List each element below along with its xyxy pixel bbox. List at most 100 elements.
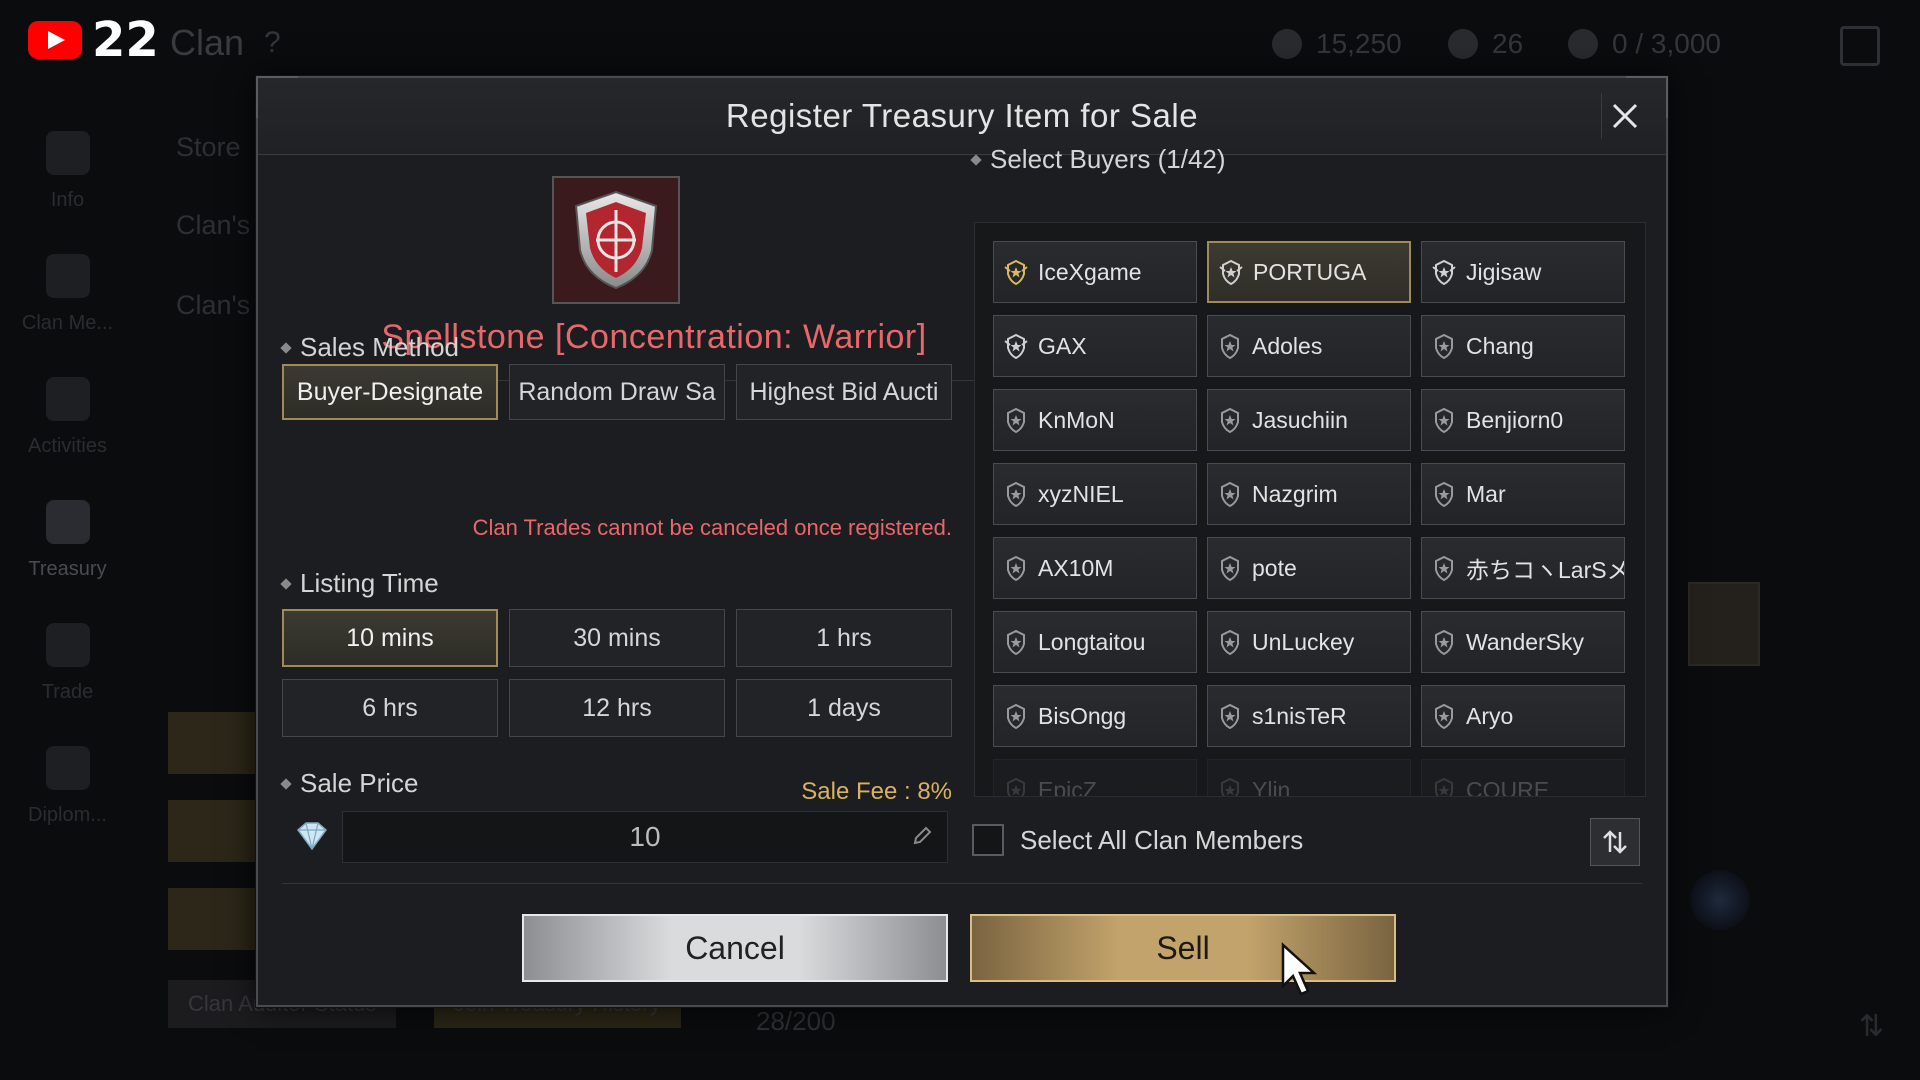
bg-help-icon: ? bbox=[264, 26, 281, 59]
buyer-name: Adoles bbox=[1252, 332, 1323, 359]
buyer-item[interactable]: IceXgame bbox=[993, 241, 1197, 303]
listing-time-6-hrs[interactable]: 6 hrs bbox=[282, 679, 498, 737]
bg-count: 28/200 bbox=[756, 1006, 836, 1036]
buyer-item[interactable]: Longtaitou bbox=[993, 611, 1197, 673]
buyer-item[interactable]: pote bbox=[1207, 537, 1411, 599]
buyer-item[interactable]: KnMoN bbox=[993, 389, 1197, 451]
bg-gold-bar bbox=[168, 712, 258, 774]
register-sale-dialog: Register Treasury Item for Sale Spellsto… bbox=[256, 76, 1668, 1007]
buyer-name: xyzNIEL bbox=[1038, 480, 1124, 507]
buyer-item[interactable]: xyzNIEL bbox=[993, 463, 1197, 525]
clan-officer-icon bbox=[1430, 258, 1458, 286]
buyer-item[interactable]: Nazgrim bbox=[1207, 463, 1411, 525]
clan-member-icon bbox=[1216, 776, 1244, 796]
sale-price-value: 10 bbox=[629, 821, 661, 852]
buyer-item[interactable]: EpicZ bbox=[993, 759, 1197, 796]
buyer-item[interactable]: PORTUGA bbox=[1207, 241, 1411, 303]
mouse-cursor-icon bbox=[1281, 942, 1318, 996]
listing-time-1-days[interactable]: 1 days bbox=[736, 679, 952, 737]
side-nav-info: Info bbox=[0, 110, 135, 233]
banner-icon bbox=[45, 377, 90, 421]
coin-icon bbox=[1272, 29, 1302, 59]
buyer-item[interactable]: AX10M bbox=[993, 537, 1197, 599]
section-label-text: Listing Time bbox=[300, 568, 439, 598]
buyer-item[interactable]: Benjiorn0 bbox=[1421, 389, 1625, 451]
clan-member-icon bbox=[1430, 776, 1458, 796]
side-nav-treasury: Treasury bbox=[0, 479, 135, 602]
sales-method-buyer-designate[interactable]: Buyer-Designate bbox=[282, 364, 498, 420]
side-nav-activities: Activities bbox=[0, 356, 135, 479]
clan-member-icon bbox=[1216, 628, 1244, 656]
side-nav: Info Clan Me... Activities Treasury Trad… bbox=[0, 110, 135, 848]
buyer-name: UnLuckey bbox=[1252, 628, 1355, 655]
buyer-item[interactable]: BisOngg bbox=[993, 685, 1197, 747]
clan-member-icon bbox=[1216, 332, 1244, 360]
sell-button[interactable]: Sell bbox=[970, 914, 1396, 982]
sort-button[interactable] bbox=[1590, 818, 1640, 866]
bag-icon bbox=[45, 623, 90, 667]
listing-time-10-mins[interactable]: 10 mins bbox=[282, 609, 498, 667]
exit-icon bbox=[1840, 26, 1880, 66]
clan-member-icon bbox=[1216, 480, 1244, 508]
gem-icon bbox=[1448, 29, 1478, 59]
portrait-icon bbox=[1688, 582, 1760, 666]
cancel-label: Cancel bbox=[685, 929, 785, 966]
clan-member-icon bbox=[1430, 702, 1458, 730]
buyer-item[interactable]: Jasuchiin bbox=[1207, 389, 1411, 451]
buyer-item[interactable]: COURE bbox=[1421, 759, 1625, 796]
sales-method-random-draw[interactable]: Random Draw Sa bbox=[509, 364, 725, 420]
select-all-label: Select All Clan Members bbox=[1020, 824, 1304, 855]
buyer-item[interactable]: UnLuckey bbox=[1207, 611, 1411, 673]
bg-currency-value: 26 bbox=[1492, 28, 1524, 59]
buyer-name: Mar bbox=[1466, 480, 1506, 507]
buyer-item[interactable]: Mar bbox=[1421, 463, 1625, 525]
sales-method-highest-bid[interactable]: Highest Bid Aucti bbox=[736, 364, 952, 420]
buyer-item[interactable]: Adoles bbox=[1207, 315, 1411, 377]
section-label-text: Sale Price bbox=[300, 768, 419, 798]
clan-officer-icon bbox=[1217, 258, 1245, 286]
sort-icon: ⇅ bbox=[1858, 1010, 1884, 1043]
listing-time-1-hrs[interactable]: 1 hrs bbox=[736, 609, 952, 667]
buyer-item[interactable]: Jigisaw bbox=[1421, 241, 1625, 303]
buyer-item[interactable]: Ylin bbox=[1207, 759, 1411, 797]
shield-icon bbox=[45, 131, 90, 175]
side-nav-label: Trade bbox=[41, 681, 94, 703]
buyer-item[interactable]: WanderSky bbox=[1421, 611, 1625, 673]
buyer-item[interactable]: Aryo bbox=[1421, 685, 1625, 747]
clan-leader-icon bbox=[1002, 258, 1030, 286]
buyer-name: Aryo bbox=[1466, 702, 1514, 729]
buyer-name: IceXgame bbox=[1038, 258, 1142, 285]
buyer-name: AX10M bbox=[1038, 554, 1114, 581]
buyer-name: Jigisaw bbox=[1466, 258, 1542, 285]
buyer-name: Ylin bbox=[1252, 776, 1291, 797]
bullet-diamond-icon bbox=[280, 341, 292, 354]
side-nav-diplomacy: Diplom... bbox=[0, 725, 135, 848]
bullet-diamond-icon bbox=[280, 577, 292, 590]
buyer-name: Chang bbox=[1466, 332, 1534, 359]
buyer-item[interactable]: s1nisTeR bbox=[1207, 685, 1411, 747]
warning-text: Clan Trades cannot be canceled once regi… bbox=[472, 515, 952, 540]
clan-member-icon bbox=[1002, 628, 1030, 656]
side-nav-members: Clan Me... bbox=[0, 233, 135, 356]
buyer-name: 赤ちコヽLarSメ bbox=[1466, 557, 1625, 583]
buyer-name: s1nisTeR bbox=[1252, 702, 1347, 729]
listing-time-12-hrs[interactable]: 12 hrs bbox=[509, 679, 725, 737]
dialog-header: Register Treasury Item for Sale bbox=[258, 78, 1666, 155]
listing-time-30-mins[interactable]: 30 mins bbox=[509, 609, 725, 667]
buyer-item[interactable]: 赤ちコヽLarSメ bbox=[1421, 537, 1625, 599]
buyer-list[interactable]: IceXgame PORTUGA Jigisaw GAX Adoles Chang KnMo… bbox=[974, 222, 1646, 797]
select-all-members[interactable]: Select All Clan Members bbox=[972, 824, 1303, 856]
buyer-item[interactable]: Chang bbox=[1421, 315, 1625, 377]
bg-currency-gem: 26 bbox=[1448, 28, 1523, 60]
sale-price-input[interactable]: 10 bbox=[342, 811, 948, 863]
bg-panel-text: Clan's bbox=[176, 210, 251, 240]
bg-panel-text: Clan's bbox=[176, 290, 251, 320]
treasury-icon bbox=[45, 500, 90, 544]
bg-panel-text: Store bbox=[176, 132, 241, 162]
buyer-name: Jasuchiin bbox=[1252, 406, 1348, 433]
cancel-button[interactable]: Cancel bbox=[522, 914, 948, 982]
buyer-item[interactable]: GAX bbox=[993, 315, 1197, 377]
capacity-icon bbox=[1568, 29, 1598, 59]
close-button[interactable] bbox=[1601, 93, 1648, 139]
select-all-checkbox[interactable] bbox=[972, 824, 1004, 856]
